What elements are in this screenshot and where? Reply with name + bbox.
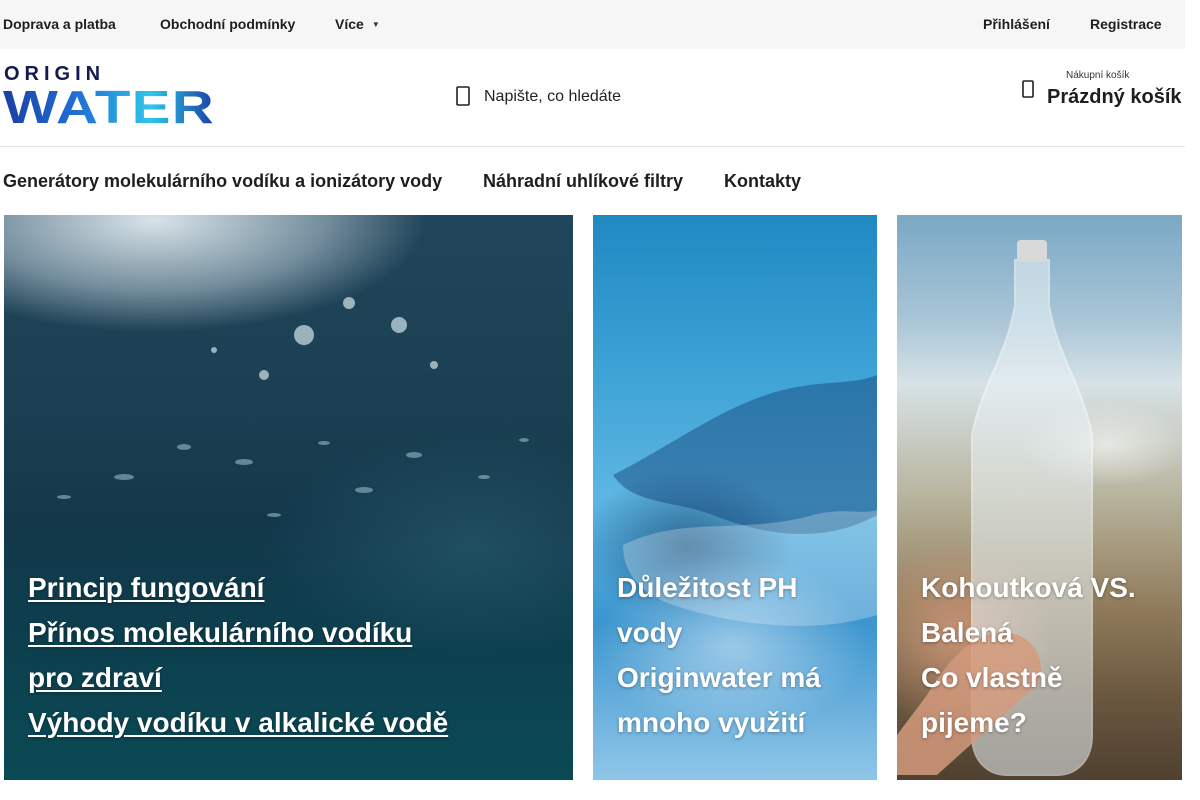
- card-line-3: Originwater má: [617, 662, 821, 693]
- card-line-4: mnoho využití: [617, 707, 806, 738]
- search-box: [452, 77, 752, 117]
- site-logo[interactable]: ORIGIN WATER: [3, 63, 217, 127]
- cart-label: Nákupní košík: [1066, 70, 1130, 81]
- topbar-more-menu[interactable]: Více ▼: [335, 0, 380, 49]
- card-line-1: Kohoutková VS.: [921, 572, 1136, 603]
- cart-status: Prázdný košík: [1047, 86, 1182, 108]
- search-input[interactable]: [484, 77, 744, 117]
- search-icon[interactable]: [454, 85, 472, 107]
- card-line-4: pijeme?: [921, 707, 1027, 738]
- nav-item-generators[interactable]: Generátory molekulárního vodíku a ionizá…: [3, 168, 442, 194]
- link-health-benefits[interactable]: Přínos molekulárního vodíku: [28, 610, 448, 655]
- cart-icon: [1022, 80, 1034, 98]
- card-link-list: Princip fungování Přínos molekulárního v…: [28, 565, 448, 745]
- link-working-principle[interactable]: Princip fungování: [28, 565, 448, 610]
- feature-card-hydrogen: Princip fungování Přínos molekulárního v…: [4, 215, 573, 780]
- card-text: Důležitost PH vody Originwater má mnoho …: [617, 565, 821, 745]
- card-line-3: Co vlastně: [921, 662, 1063, 693]
- card-line-1: Důležitost PH: [617, 572, 798, 603]
- site-header: ORIGIN WATER Nákupní košík Prázdný košík: [0, 49, 1185, 147]
- topbar-link-terms[interactable]: Obchodní podmínky: [160, 0, 295, 49]
- topbar-link-shipping[interactable]: Doprava a platba: [3, 0, 116, 49]
- cart-widget[interactable]: Nákupní košík Prázdný košík: [1018, 67, 1185, 127]
- link-alkaline-benefits[interactable]: Výhody vodíku v alkalické vodě: [28, 700, 448, 745]
- feature-card-tap-vs-bottled[interactable]: Kohoutková VS. Balená Co vlastně pijeme?: [897, 215, 1182, 780]
- caret-down-icon: ▼: [371, 20, 380, 29]
- feature-card-ph[interactable]: Důležitost PH vody Originwater má mnoho …: [593, 215, 877, 780]
- logo-top-text: ORIGIN: [4, 63, 106, 85]
- card-line-2: vody: [617, 617, 683, 648]
- logo-wordmark: WATER: [3, 85, 215, 127]
- card-line-2: Balená: [921, 617, 1013, 648]
- login-link[interactable]: Přihlášení: [983, 0, 1050, 49]
- topbar-more-label: Více: [335, 16, 364, 32]
- top-utility-bar: Doprava a platba Obchodní podmínky Více ▼…: [0, 0, 1185, 49]
- card-text: Kohoutková VS. Balená Co vlastně pijeme?: [921, 565, 1136, 745]
- link-health-benefits-cont[interactable]: pro zdraví: [28, 655, 448, 700]
- nav-item-filters[interactable]: Náhradní uhlíkové filtry: [483, 168, 683, 194]
- nav-item-contacts[interactable]: Kontakty: [724, 168, 801, 194]
- register-link[interactable]: Registrace: [1090, 0, 1162, 49]
- svg-text:WATER: WATER: [3, 85, 215, 127]
